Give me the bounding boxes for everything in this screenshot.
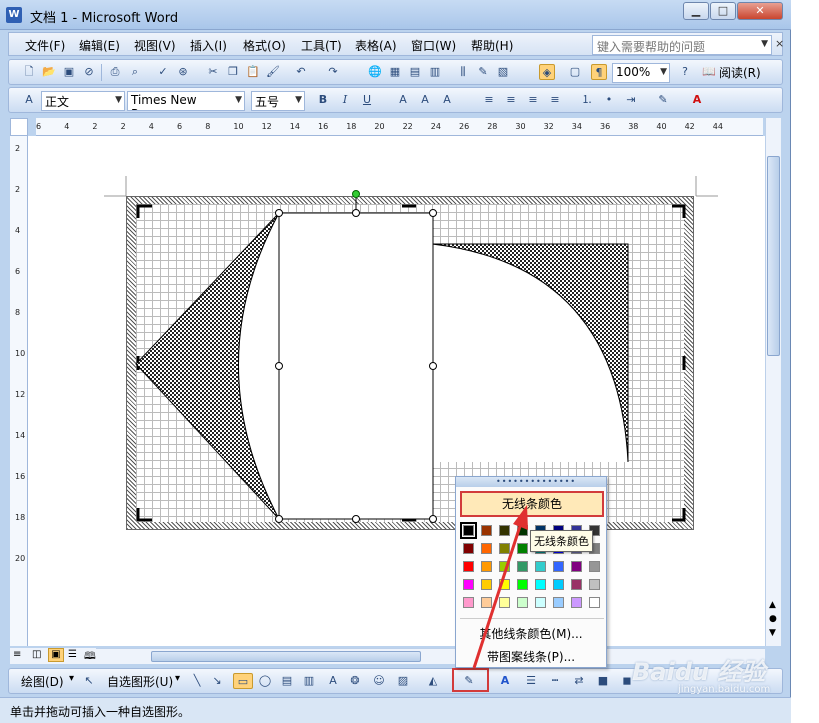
red-arrow-annotation: [472, 505, 528, 669]
baidu-watermark: Baidu 经验: [632, 658, 766, 686]
word-window: W 文档 1 - Microsoft Word ▁ □ ✕ 文件(F) 编辑(E…: [0, 0, 791, 723]
baidu-watermark-url: jingyan.baidu.com: [678, 684, 771, 695]
